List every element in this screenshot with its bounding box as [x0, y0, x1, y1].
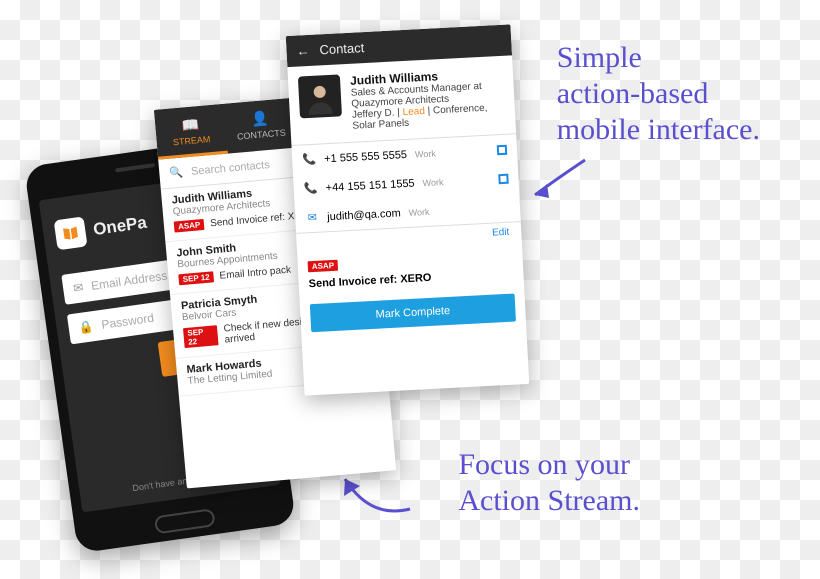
tag-asap: ASAP [174, 219, 205, 233]
tab-contacts[interactable]: 👤 CONTACTS [224, 104, 298, 154]
tag-date: SEP 22 [183, 325, 219, 348]
email-icon: ✉ [72, 280, 84, 295]
tab-stream[interactable]: 📖 STREAM [154, 110, 228, 160]
phone-home-button [154, 508, 216, 534]
mark-complete-button[interactable]: Mark Complete [310, 294, 516, 333]
avatar [298, 74, 342, 118]
phone-icon: 📞 [302, 153, 317, 167]
caption-bottom: Focus on your Action Stream. [458, 447, 640, 519]
search-icon: 🔍 [169, 166, 184, 180]
contact-task: Send Invoice ref: XERO [308, 268, 513, 291]
tag-asap: ASAP [308, 260, 339, 273]
book-icon: 📖 [155, 114, 226, 137]
back-icon[interactable]: ← [296, 43, 310, 59]
tag-date: SEP 12 [178, 271, 214, 285]
contact-panel: ← Contact Judith Williams Sales & Accoun… [286, 24, 530, 395]
book-icon [54, 216, 88, 250]
lead-tag: Lead [402, 106, 425, 118]
action-square-icon[interactable] [498, 173, 509, 184]
lock-icon: 🔒 [78, 319, 95, 335]
app-name: OnePa [92, 213, 148, 240]
email-icon: ✉ [305, 211, 320, 225]
action-square-icon[interactable] [497, 144, 508, 155]
arrow-top [525, 150, 595, 210]
marketing-illustration: { "captions": { "top": "Simple\naction-b… [0, 0, 820, 579]
phone-speaker [115, 163, 155, 173]
phone-icon: 📞 [303, 182, 318, 196]
caption-top: Simple action-based mobile interface. [557, 40, 760, 148]
